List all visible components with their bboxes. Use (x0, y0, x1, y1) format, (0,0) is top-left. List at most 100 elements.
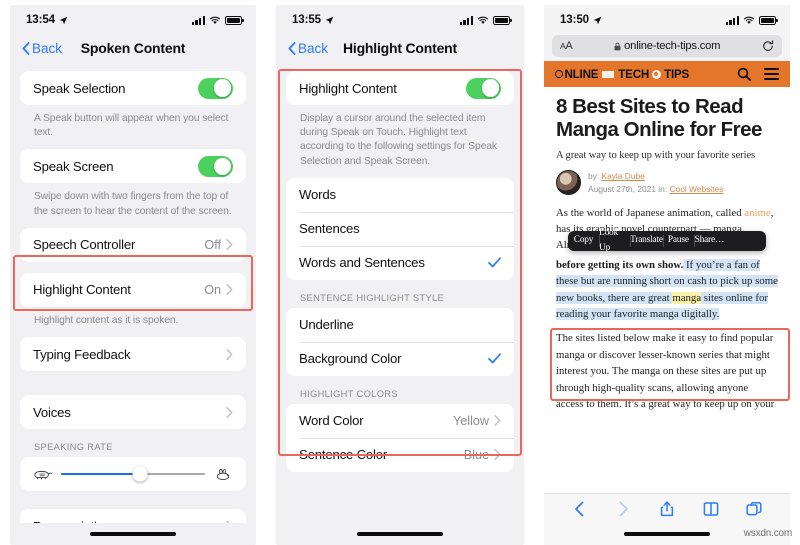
ctx-share[interactable]: Share… (693, 231, 725, 251)
lock-icon (614, 42, 621, 50)
group-speaking-rate (20, 457, 246, 492)
group-scope-options: Words Sentences Words and Sentences (286, 177, 514, 280)
highlight-content-toggle[interactable] (466, 77, 501, 99)
byline-category-link[interactable]: Cool Websites (670, 184, 724, 194)
row-pronunciations[interactable]: Pronunciations (20, 509, 246, 523)
ctx-look-up[interactable]: Look Up (599, 228, 630, 253)
back-button[interactable]: Back (22, 41, 62, 56)
status-bar: 13:55 (276, 5, 524, 31)
article-paragraph-2: The sites listed below make it easy to f… (556, 332, 775, 410)
cellular-signal-icon (191, 15, 205, 25)
row-typing-feedback[interactable]: Typing Feedback (20, 337, 246, 372)
cellular-signal-icon (459, 15, 473, 25)
row-words[interactable]: Words (286, 177, 514, 212)
search-icon[interactable] (737, 67, 751, 81)
row-underline[interactable]: Underline (286, 307, 514, 342)
back-button[interactable]: Back (288, 41, 328, 56)
chevron-right-icon (226, 284, 233, 296)
byline-prefix: by: (588, 171, 602, 182)
ctx-pause[interactable]: Pause (662, 231, 694, 251)
row-value-wrap: Blue (464, 448, 501, 462)
row-word-color[interactable]: Word Color Yellow (286, 403, 514, 438)
speak-selection-toggle[interactable] (198, 77, 233, 99)
speaking-rate-slider[interactable] (61, 466, 205, 482)
location-arrow-icon (325, 16, 334, 24)
row-label: Highlight Content (33, 282, 131, 298)
group-speak-screen: Speak Screen (20, 149, 246, 184)
safari-url-bar-wrap: AA online-tech-tips.com (544, 31, 790, 61)
article-content: 8 Best Sites to Read Manga Online for Fr… (544, 87, 790, 493)
status-time: 13:55 (292, 14, 321, 26)
row-speech-controller[interactable]: Speech Controller Off (20, 227, 246, 262)
reload-icon[interactable] (762, 40, 774, 52)
row-value-wrap: Off (204, 238, 233, 252)
row-sentences[interactable]: Sentences (286, 211, 514, 246)
url-text: online-tech-tips.com (624, 40, 721, 52)
share-icon[interactable] (659, 500, 675, 517)
wifi-icon (477, 16, 489, 24)
back-chevron-icon[interactable] (572, 501, 588, 517)
safari-url-bar[interactable]: AA online-tech-tips.com (552, 35, 782, 57)
tabs-icon[interactable] (746, 501, 762, 517)
byline-author-link[interactable]: Kayla Dube (602, 171, 645, 181)
row-voices[interactable]: Voices (20, 395, 246, 430)
home-indicator (10, 523, 256, 545)
tortoise-icon (34, 470, 53, 479)
row-label: Speech Controller (33, 237, 136, 253)
speak-screen-toggle[interactable] (198, 155, 233, 177)
logo-text-3: TIPS (664, 67, 690, 81)
chevron-right-icon (494, 415, 501, 427)
footnote-highlight-content: Display a cursor around the selected ite… (300, 113, 497, 167)
battery-icon (759, 15, 778, 25)
ctx-copy[interactable]: Copy (568, 231, 599, 251)
row-label: Words (299, 187, 336, 203)
p1-word-highlight: manga (672, 291, 702, 304)
hamburger-menu-icon[interactable] (764, 66, 779, 82)
screenshot-root: 13:54 Back Spoken Content Speak Selectio… (0, 0, 800, 545)
status-right (725, 15, 778, 25)
bookmarks-icon[interactable] (703, 501, 719, 517)
row-label: Word Color (299, 413, 364, 429)
row-value-wrap: Yellow (453, 414, 501, 428)
text-size-button[interactable]: AA (560, 40, 573, 52)
status-left: 13:50 (560, 14, 602, 26)
phone-panel-spoken-content: 13:54 Back Spoken Content Speak Selectio… (0, 0, 266, 545)
location-arrow-icon (59, 16, 68, 24)
battery-icon (225, 15, 244, 25)
site-logo[interactable]: NLINE TECH TIPS (555, 68, 689, 81)
row-words-and-sentences[interactable]: Words and Sentences (286, 245, 514, 280)
row-label: Underline (299, 317, 354, 333)
selection-context-menu[interactable]: Copy Look Up Translate Pause Share… (568, 228, 766, 253)
status-time: 13:50 (560, 14, 589, 26)
row-background-color[interactable]: Background Color (286, 341, 514, 376)
group-color-rows: Word Color Yellow Sentence Color Blue (286, 403, 514, 472)
cellular-signal-icon (725, 15, 739, 25)
p1-text-a: As the world of Japanese animation, call… (556, 206, 745, 219)
row-highlight-content[interactable]: Highlight Content On (20, 272, 246, 307)
p1-anime-link[interactable]: anime (744, 207, 770, 219)
phone-panel-highlight-content: 13:55 Back Highlight Content Highlight C… (266, 0, 534, 545)
group-highlight-content: Highlight Content On (20, 272, 246, 307)
row-label: Words and Sentences (299, 255, 425, 271)
row-label: Background Color (299, 351, 402, 367)
wifi-icon (209, 16, 221, 24)
ctx-translate[interactable]: Translate (630, 231, 663, 251)
group-speech-controller: Speech Controller Off (20, 227, 246, 262)
status-left: 13:55 (292, 14, 334, 26)
logo-dot-icon (652, 69, 662, 79)
forward-chevron-icon (620, 501, 629, 516)
row-speak-screen[interactable]: Speak Screen (20, 149, 246, 184)
speaking-rate-row[interactable] (20, 457, 246, 492)
url-display[interactable]: online-tech-tips.com (614, 40, 720, 52)
home-indicator (276, 523, 524, 545)
article-paragraph-1-selected: before getting its own show. If you’re a… (556, 257, 778, 323)
article-title: 8 Best Sites to Read Manga Online for Fr… (556, 95, 762, 142)
chevron-right-icon (226, 520, 230, 523)
row-highlight-content-toggle[interactable]: Highlight Content (286, 71, 514, 105)
hare-icon (216, 468, 230, 480)
settings-list-1: Speak Selection A Speak button will appe… (10, 65, 256, 523)
slider-knob[interactable] (132, 466, 148, 482)
row-sentence-color[interactable]: Sentence Color Blue (286, 437, 514, 472)
row-speak-selection[interactable]: Speak Selection (20, 71, 246, 105)
row-value: On (204, 282, 221, 297)
